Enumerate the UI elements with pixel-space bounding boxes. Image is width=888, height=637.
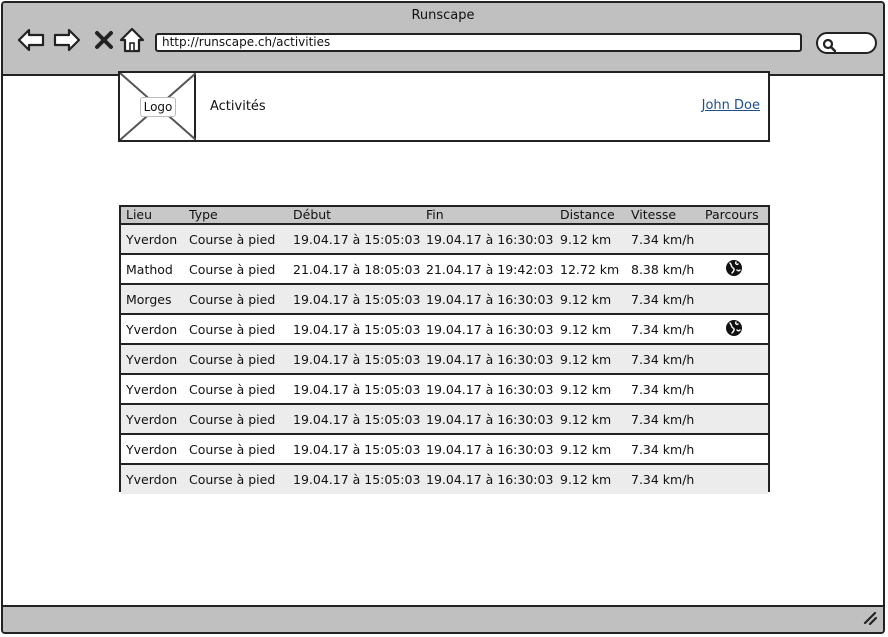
- globe-icon[interactable]: [725, 319, 743, 340]
- cell-lieu: Yverdon: [126, 472, 178, 487]
- cell-parcours: [700, 284, 768, 315]
- cell-type: Course à pied: [184, 374, 288, 405]
- resize-grip-icon[interactable]: [861, 609, 878, 629]
- cell-lieu: Yverdon: [121, 314, 184, 345]
- cell-debut: 19.04.17 à 15:05:03: [288, 314, 421, 345]
- window-title: Runscape: [411, 8, 475, 23]
- cell-type: Course à pied: [184, 284, 288, 315]
- logo[interactable]: Logo: [120, 73, 196, 140]
- cell-parcours: [700, 374, 768, 405]
- table-row[interactable]: Morges Course à pied 19.04.17 à 15:05:03 19…: [121, 284, 768, 315]
- cell-vitesse: 8.38 km/h: [626, 254, 700, 285]
- table-row[interactable]: Yverdon Course à pied 19.04.17 à 15:05:03 1…: [121, 404, 768, 435]
- cell-type: Course à pied: [184, 314, 288, 345]
- cell-distance: 9.12 km: [560, 472, 612, 487]
- cell-vitesse: 7.34 km/h: [626, 344, 700, 375]
- cell-lieu: Yverdon: [121, 224, 184, 255]
- cell-debut: 19.04.17 à 15:05:03: [293, 472, 421, 487]
- cell-lieu: Yverdon: [121, 404, 184, 435]
- cell-distance: 9.12 km: [555, 284, 626, 315]
- back-arrow-icon[interactable]: [16, 25, 46, 55]
- cell-vitesse: 7.34 km/h: [626, 404, 700, 435]
- cell-fin: 19.04.17 à 16:30:03: [426, 472, 554, 487]
- cell-fin: 19.04.17 à 16:30:03: [421, 374, 555, 405]
- cell-fin: 19.04.17 à 16:30:03: [421, 284, 555, 315]
- cell-type: Course à pied: [184, 434, 288, 465]
- column-header-debut[interactable]: Début: [288, 207, 421, 225]
- url-bar[interactable]: http://runscape.ch/activities: [155, 33, 802, 52]
- cell-parcours: [700, 464, 768, 494]
- cell-type: Course à pied: [184, 224, 288, 255]
- search-icon: [822, 37, 837, 56]
- cell-parcours: [700, 404, 768, 435]
- column-header-type[interactable]: Type: [184, 207, 288, 225]
- cell-type: Course à pied: [184, 404, 288, 435]
- cell-distance: 9.12 km: [555, 224, 626, 255]
- cell-distance: 9.12 km: [555, 344, 626, 375]
- cell-distance: 9.12 km: [555, 374, 626, 405]
- cell-debut: 19.04.17 à 15:05:03: [288, 404, 421, 435]
- column-header-vitesse[interactable]: Vitesse: [626, 207, 700, 225]
- table-row[interactable]: Yverdon Course à pied 19.04.17 à 15:05:03 1…: [121, 464, 768, 494]
- cell-parcours: [700, 314, 768, 345]
- column-header-distance[interactable]: Distance: [555, 207, 626, 225]
- table-row[interactable]: Yverdon Course à pied 19.04.17 à 15:05:03 1…: [121, 224, 768, 255]
- cell-vitesse: 7.34 km/h: [626, 314, 700, 345]
- page-title: Activités: [210, 99, 266, 114]
- cell-debut: 19.04.17 à 15:05:03: [288, 344, 421, 375]
- browser-titlebar: Runscape http://runscape.ch/activities: [3, 3, 883, 76]
- table-row[interactable]: Yverdon Course à pied 19.04.17 à 15:05:03 1…: [121, 374, 768, 405]
- user-profile-link[interactable]: John Doe: [702, 98, 760, 113]
- cell-lieu: Yverdon: [121, 434, 184, 465]
- cell-vitesse: 7.34 km/h: [626, 284, 700, 315]
- cell-distance: 9.12 km: [555, 404, 626, 435]
- cell-type: Course à pied: [184, 344, 288, 375]
- cell-fin: 21.04.17 à 19:42:03: [421, 254, 555, 285]
- cell-vitesse: 7.34 km/h: [626, 224, 700, 255]
- table-row[interactable]: Mathod Course à pied 21.04.17 à 18:05:03 21…: [121, 254, 768, 285]
- cell-fin: 19.04.17 à 16:30:03: [421, 344, 555, 375]
- column-header-fin[interactable]: Fin: [421, 207, 555, 225]
- cell-fin: 19.04.17 à 16:30:03: [421, 314, 555, 345]
- table-row[interactable]: Yverdon Course à pied 19.04.17 à 15:05:03 1…: [121, 344, 768, 375]
- cell-lieu: Morges: [121, 284, 184, 315]
- cell-parcours: [700, 224, 768, 255]
- close-icon[interactable]: [89, 25, 119, 55]
- cell-vitesse: 7.34 km/h: [631, 472, 695, 487]
- cell-type: Course à pied: [184, 254, 288, 285]
- cell-fin: 19.04.17 à 16:30:03: [421, 434, 555, 465]
- forward-arrow-icon[interactable]: [52, 25, 82, 55]
- cell-distance: 9.12 km: [555, 314, 626, 345]
- cell-debut: 19.04.17 à 15:05:03: [288, 434, 421, 465]
- cell-fin: 19.04.17 à 16:30:03: [421, 224, 555, 255]
- cell-parcours: [700, 434, 768, 465]
- cell-parcours: [700, 344, 768, 375]
- cell-lieu: Yverdon: [121, 344, 184, 375]
- cell-lieu: Yverdon: [121, 374, 184, 405]
- table-header-row: Lieu Type Début Fin Distance Vitesse Par…: [121, 207, 768, 225]
- table-row[interactable]: Yverdon Course à pied 19.04.17 à 15:05:03 1…: [121, 434, 768, 465]
- cell-debut: 19.04.17 à 15:05:03: [288, 284, 421, 315]
- cell-debut: 19.04.17 à 15:05:03: [288, 224, 421, 255]
- cell-vitesse: 7.34 km/h: [626, 434, 700, 465]
- logo-label: Logo: [140, 97, 176, 117]
- activities-table: Lieu Type Début Fin Distance Vitesse Par…: [119, 205, 770, 494]
- cell-debut: 21.04.17 à 18:05:03: [288, 254, 421, 285]
- cell-debut: 19.04.17 à 15:05:03: [288, 374, 421, 405]
- table-row[interactable]: Yverdon Course à pied 19.04.17 à 15:05:03 1…: [121, 314, 768, 345]
- cell-type: Course à pied: [189, 472, 276, 487]
- cell-vitesse: 7.34 km/h: [626, 374, 700, 405]
- status-bar: [3, 605, 883, 632]
- cell-distance: 9.12 km: [555, 434, 626, 465]
- cell-lieu: Mathod: [121, 254, 184, 285]
- site-header: Logo Activités John Doe: [118, 71, 770, 142]
- cell-fin: 19.04.17 à 16:30:03: [421, 404, 555, 435]
- home-icon[interactable]: [117, 25, 147, 55]
- search-input[interactable]: [816, 32, 877, 54]
- cell-parcours: [700, 254, 768, 285]
- column-header-parcours[interactable]: Parcours: [700, 207, 768, 225]
- column-header-lieu[interactable]: Lieu: [121, 207, 184, 225]
- globe-icon[interactable]: [725, 259, 743, 280]
- cell-distance: 12.72 km: [555, 254, 626, 285]
